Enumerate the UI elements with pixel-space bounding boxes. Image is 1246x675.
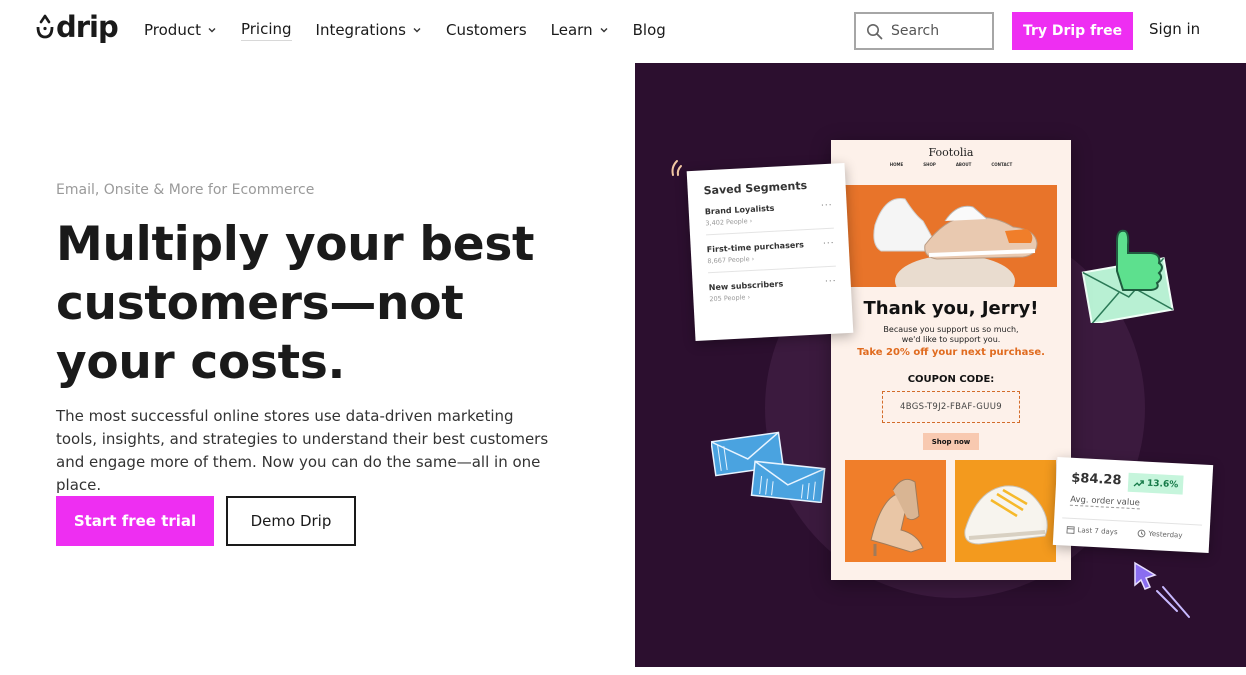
envelopes-icon — [711, 431, 826, 503]
more-options-icon: ··· — [820, 200, 833, 212]
hero-illustration: Footolia HOME SHOP ABOUT CONTACT Thank y… — [635, 63, 1246, 667]
email-menu-item: SHOP — [923, 162, 936, 167]
nav-integrations-label: Integrations — [315, 21, 406, 39]
more-options-icon: ··· — [822, 238, 835, 250]
email-menu: HOME SHOP ABOUT CONTACT — [831, 162, 1071, 167]
chevron-down-icon — [208, 28, 216, 33]
white-sneaker-illustration — [964, 485, 1048, 545]
nav-pricing[interactable]: Pricing — [240, 19, 292, 41]
sparkle-icon — [671, 160, 682, 176]
coupon-label: COUPON CODE: — [907, 374, 995, 385]
search-box[interactable] — [854, 12, 994, 50]
coupon-code: 4BGS-T9J2-FBAF-GUU9 — [882, 391, 1020, 423]
nav-integrations[interactable]: Integrations — [316, 19, 422, 41]
logo-text: drip — [56, 10, 119, 44]
segments-title: Saved Segments — [703, 178, 808, 198]
trend-up-icon — [1133, 479, 1144, 487]
nav-learn-label: Learn — [550, 21, 593, 39]
nav-blog[interactable]: Blog — [633, 19, 666, 41]
more-options-icon: ··· — [824, 276, 837, 288]
hero-headline: Multiply your best customers—not your co… — [56, 217, 535, 390]
search-icon — [867, 23, 883, 39]
segment-row: First-time purchasers 8,667 People › ··· — [706, 238, 836, 274]
sign-in-link[interactable]: Sign in — [1149, 20, 1200, 38]
demo-drip-button[interactable]: Demo Drip — [226, 496, 356, 546]
cursor-icon — [1134, 561, 1190, 618]
sneakers-illustration — [873, 198, 1038, 287]
top-nav: drip Product Pricing Integrations Custom… — [0, 0, 1246, 62]
sneaker-hero-image — [845, 185, 1057, 287]
metric-period: Last 7 days — [1066, 526, 1118, 537]
email-body-line: we'd like to support you. — [901, 335, 1001, 344]
nav-pricing-label: Pricing — [240, 20, 292, 41]
product-image-heels — [845, 460, 946, 562]
hero-subtext: The most successful online stores use da… — [56, 407, 549, 494]
email-body: Because you support us so much, we'd lik… — [831, 325, 1071, 345]
metric-compare: Yesterday — [1137, 529, 1183, 540]
search-input[interactable] — [891, 23, 981, 39]
email-menu-item: ABOUT — [955, 162, 972, 167]
drip-smile-icon — [36, 14, 54, 39]
heels-illustration — [870, 478, 924, 556]
metric-value: $84.28 — [1070, 470, 1122, 489]
metric-change: 13.6% — [1146, 478, 1179, 490]
avg-order-value-card: $84.28 13.6% Avg. order value Last 7 day… — [1052, 456, 1214, 554]
product-image-sneaker — [955, 460, 1056, 562]
shop-now-button: Shop now — [923, 433, 979, 450]
segment-row: Brand Loyalists 3,402 People › ··· — [704, 200, 834, 236]
nav-customers[interactable]: Customers — [446, 19, 527, 41]
nav-learn[interactable]: Learn — [551, 19, 609, 41]
main-menu: Product Pricing Integrations Customers L… — [144, 19, 690, 41]
segment-row: New subscribers 205 People › ··· — [709, 277, 838, 311]
start-free-trial-button[interactable]: Start free trial — [56, 496, 214, 546]
metric-period-label: Last 7 days — [1077, 526, 1118, 537]
drip-logo[interactable]: drip — [36, 10, 119, 44]
saved-segments-card: Saved Segments Brand Loyalists 3,402 Peo… — [686, 162, 854, 342]
email-body-line: Because you support us so much, — [883, 325, 1019, 334]
metric-compare-label: Yesterday — [1148, 529, 1183, 540]
email-title: Thank you, Jerry! — [863, 298, 1039, 319]
nav-product-label: Product — [144, 21, 201, 39]
calendar-icon — [1066, 526, 1075, 534]
metric-label: Avg. order value — [1069, 494, 1141, 510]
nav-product[interactable]: Product — [144, 19, 217, 41]
email-preview: Footolia HOME SHOP ABOUT CONTACT Thank y… — [831, 140, 1071, 580]
email-menu-item: CONTACT — [991, 162, 1013, 167]
email-brand: Footolia — [928, 146, 974, 159]
chevron-down-icon — [413, 28, 421, 33]
metric-change-badge: 13.6% — [1127, 472, 1184, 495]
thumbs-up-envelope-icon — [1081, 229, 1174, 323]
nav-blog-label: Blog — [632, 21, 666, 39]
nav-customers-label: Customers — [445, 21, 527, 39]
metric-divider — [1062, 517, 1203, 526]
try-drip-free-button[interactable]: Try Drip free — [1012, 12, 1133, 50]
hero-eyebrow: Email, Onsite & More for Ecommerce — [56, 182, 315, 198]
email-menu-item: HOME — [889, 162, 904, 167]
clock-icon — [1137, 529, 1146, 538]
chevron-down-icon — [600, 28, 608, 33]
email-offer: Take 20% off your next purchase. — [857, 347, 1045, 358]
